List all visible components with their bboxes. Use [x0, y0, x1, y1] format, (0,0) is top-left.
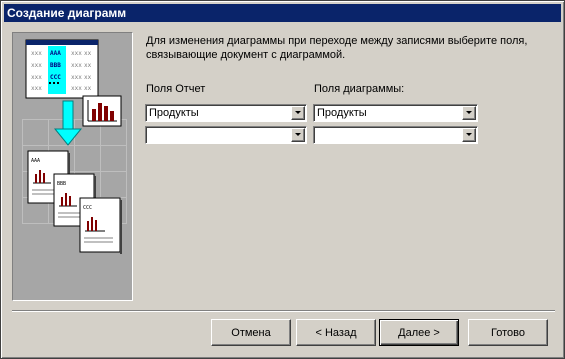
window-title: Создание диаграмм [4, 4, 561, 22]
chart-field-select-1-value: Продукты [317, 107, 367, 119]
svg-text:xxx: xxx [31, 74, 42, 81]
svg-text:CCC: CCC [83, 205, 92, 211]
finish-button[interactable]: Готово [468, 319, 548, 346]
chevron-down-icon[interactable] [462, 106, 476, 120]
svg-text:xxx: xxx [71, 50, 82, 57]
report-page-3: CCC [79, 197, 122, 254]
chevron-down-icon[interactable] [291, 128, 305, 142]
divider [12, 311, 555, 312]
chart-field-select-1[interactable]: Продукты [313, 104, 478, 122]
svg-text:xx: xx [84, 50, 92, 57]
wizard-illustration: xxx xxx xx xxx xxx xx xxx xxx xx xxx xxx xx AAA … [12, 32, 133, 301]
report-fields-label: Поля Отчет [146, 83, 206, 95]
svg-text:xxx: xxx [31, 50, 42, 57]
svg-text:xx: xx [84, 85, 92, 92]
arrow-down-icon [53, 100, 83, 146]
svg-text:AAA: AAA [50, 50, 61, 57]
chart-fields-label: Поля диаграммы: [314, 83, 405, 95]
chart-wizard-dialog: Создание диаграмм xxxxxxxx xxxxxxxx [0, 0, 565, 359]
report-field-select-2[interactable] [145, 126, 307, 144]
chevron-down-icon[interactable] [291, 106, 305, 120]
back-button[interactable]: < Назад [296, 319, 376, 346]
svg-text:xxx: xxx [71, 62, 82, 69]
svg-text:xxx: xxx [31, 85, 42, 92]
svg-text:xxx: xxx [71, 85, 82, 92]
form-chart [82, 95, 122, 127]
next-button[interactable]: Далее > [379, 319, 459, 346]
svg-text:AAA: AAA [31, 158, 40, 164]
svg-text:xxx: xxx [71, 74, 82, 81]
chart-field-select-2[interactable] [313, 126, 478, 144]
chevron-down-icon[interactable] [462, 128, 476, 142]
cancel-button[interactable]: Отмена [211, 319, 291, 346]
form-document: xxx xxx xx xxx xxx xx xxx xxx xx xxx xxx xx AAA … [25, 39, 99, 99]
report-field-select-1[interactable]: Продукты [145, 104, 307, 122]
svg-text:CCC: CCC [50, 74, 61, 81]
svg-text:xx: xx [84, 62, 92, 69]
svg-text:xxx: xxx [31, 62, 42, 69]
instruction-text: Для изменения диаграммы при переходе меж… [146, 35, 528, 61]
report-field-select-1-value: Продукты [149, 107, 199, 119]
svg-text:xx: xx [84, 74, 92, 81]
svg-text:BBB: BBB [50, 62, 61, 69]
svg-text:BBB: BBB [57, 181, 66, 187]
